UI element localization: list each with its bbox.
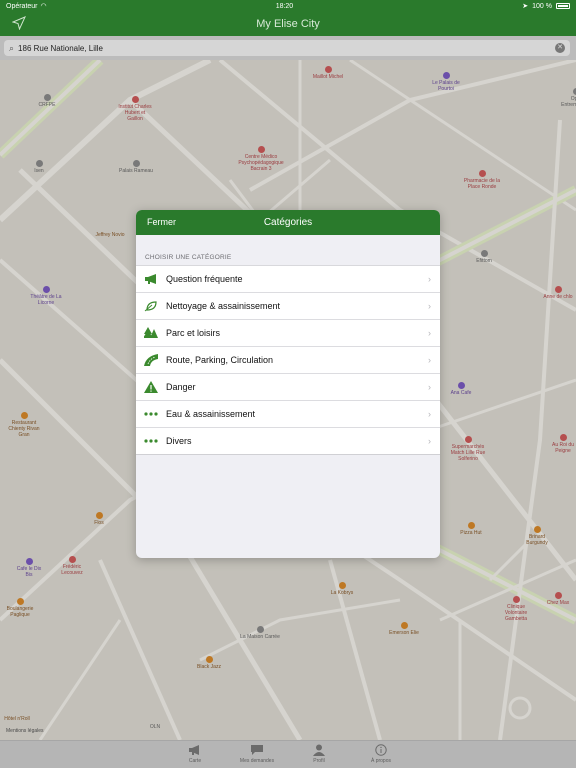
search-value: 186 Rue Nationale, Lille [18, 43, 103, 53]
category-divers[interactable]: Divers › [136, 428, 440, 455]
category-question-frequente[interactable]: Question fréquente › [136, 266, 440, 293]
search-input[interactable]: ⌕ 186 Rue Nationale, Lille ✕ [4, 40, 570, 56]
category-label: Parc et loisirs [166, 328, 221, 338]
battery-icon [556, 3, 570, 9]
leaf-icon [144, 301, 157, 312]
clear-icon[interactable]: ✕ [555, 43, 565, 53]
category-label: Route, Parking, Circulation [166, 355, 274, 365]
trees-icon [144, 327, 158, 338]
close-button[interactable]: Fermer [147, 217, 176, 227]
chevron-right-icon: › [428, 328, 431, 338]
category-label: Eau & assainissement [166, 409, 256, 419]
chevron-right-icon: › [428, 301, 431, 311]
battery-percent: 100 % [532, 2, 552, 10]
ellipsis-icon [144, 412, 158, 416]
section-header: CHOISIR UNE CATÉGORIE [145, 254, 232, 261]
category-eau[interactable]: Eau & assainissement › [136, 401, 440, 428]
category-label: Danger [166, 382, 196, 392]
location-icon[interactable] [12, 16, 26, 30]
category-label: Divers [166, 436, 192, 446]
wifi-icon: ◠ [40, 3, 47, 10]
clock: 18:20 [275, 2, 294, 10]
road-icon [144, 354, 158, 366]
category-parc-loisirs[interactable]: Parc et loisirs › [136, 320, 440, 347]
chevron-right-icon: › [428, 409, 431, 419]
location-arrow-icon: ➤ [522, 3, 529, 10]
category-list: Question fréquente › Nettoyage & assaini… [136, 265, 440, 455]
chevron-right-icon: › [428, 436, 431, 446]
chevron-right-icon: › [428, 274, 431, 284]
chevron-right-icon: › [428, 382, 431, 392]
app-title: My Elise City [256, 18, 320, 30]
search-bar: ⌕ 186 Rue Nationale, Lille ✕ [0, 36, 576, 60]
search-icon: ⌕ [9, 42, 15, 53]
ellipsis-icon [144, 439, 158, 443]
megaphone-icon [145, 274, 156, 284]
carrier-label: Opérateur [6, 2, 38, 10]
modal-title: Catégories [263, 217, 313, 228]
category-danger[interactable]: Danger › [136, 374, 440, 401]
category-label: Question fréquente [166, 274, 243, 284]
nav-bar: My Elise City [0, 12, 576, 36]
category-route[interactable]: Route, Parking, Circulation › [136, 347, 440, 374]
modal-header: Fermer Catégories [136, 210, 440, 235]
chevron-right-icon: › [428, 355, 431, 365]
category-label: Nettoyage & assainissement [166, 301, 281, 311]
status-bar: Opérateur ◠ 18:20 ➤ 100 % [0, 0, 576, 12]
category-nettoyage[interactable]: Nettoyage & assainissement › [136, 293, 440, 320]
warning-icon [144, 381, 158, 393]
categories-modal: Fermer Catégories CHOISIR UNE CATÉGORIE … [136, 210, 440, 558]
